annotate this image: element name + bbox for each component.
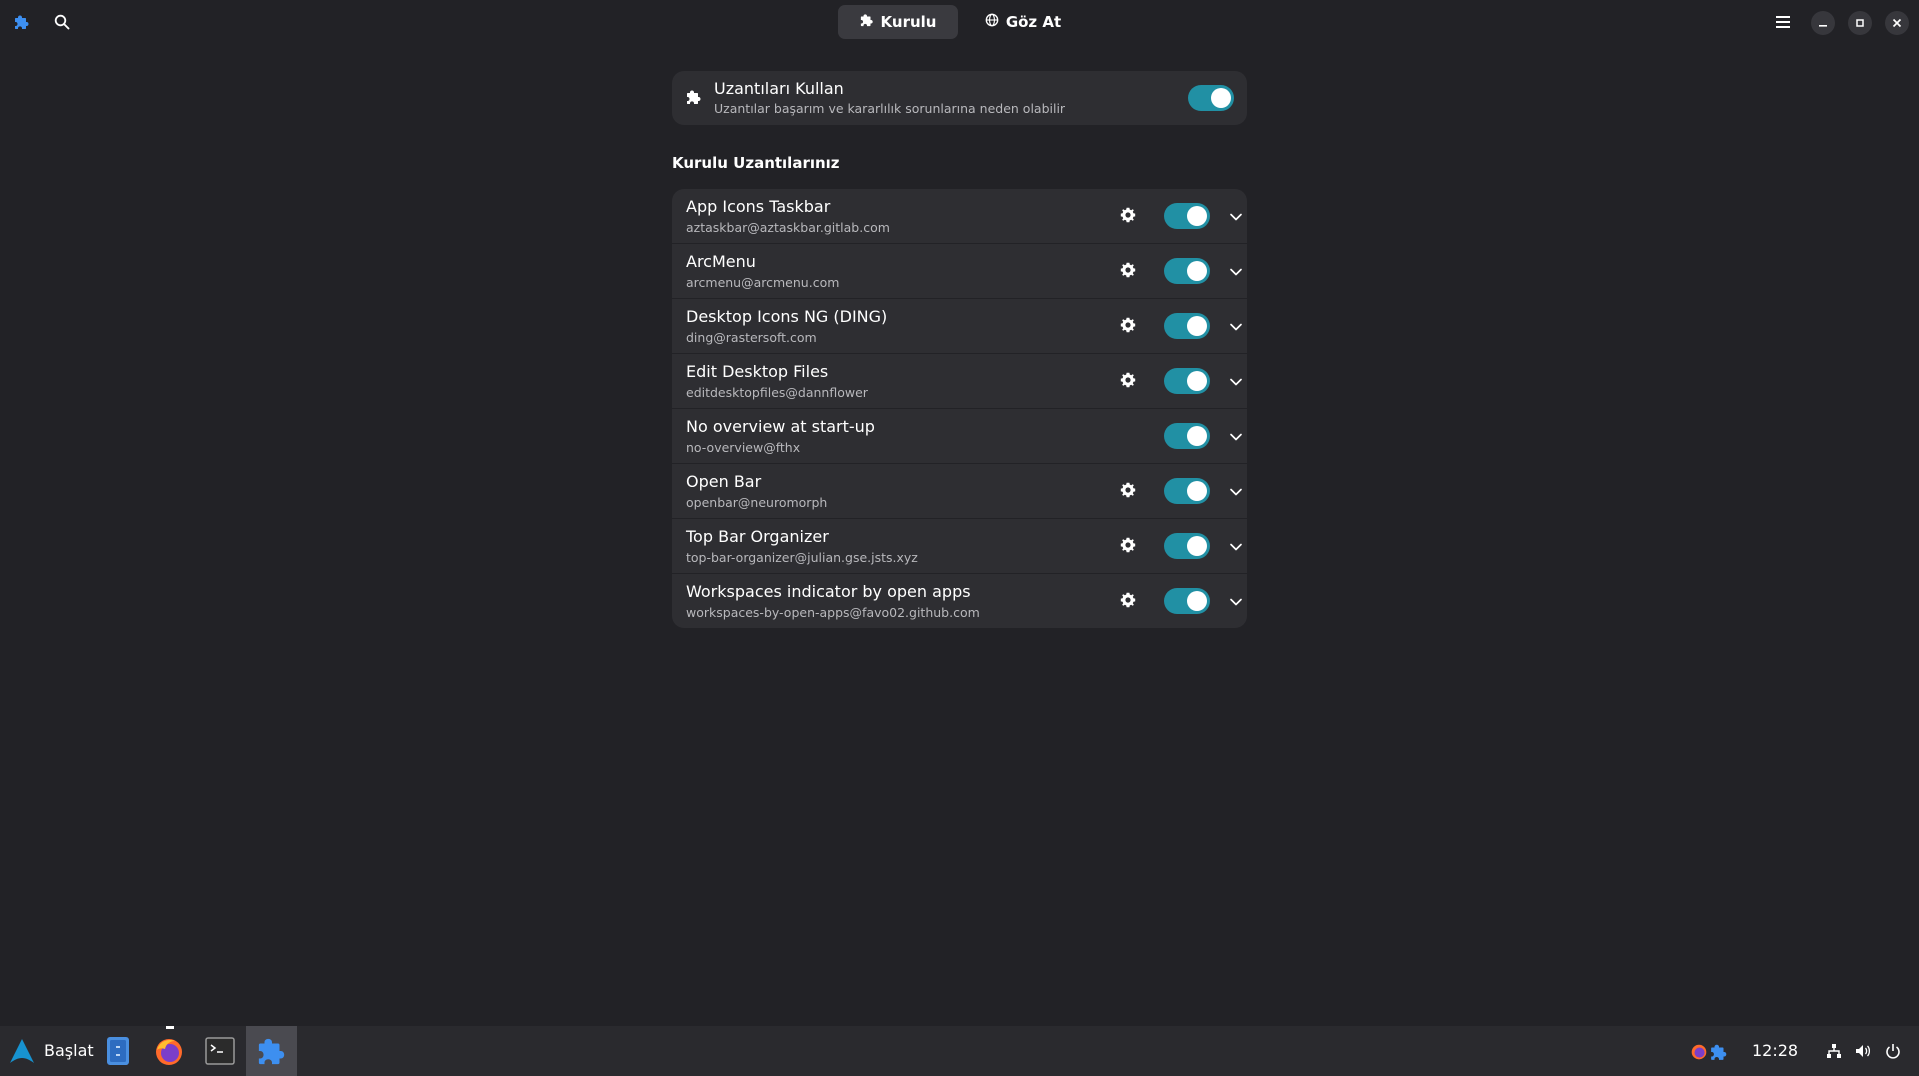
extensions-tray-icon[interactable] <box>1709 1042 1729 1062</box>
taskbar: Başlat 12:28 <box>0 1026 1919 1076</box>
extension-uuid: no-overview@fthx <box>686 440 801 455</box>
use-extensions-row: Uzantıları Kullan Uzantılar başarım ve k… <box>672 71 1247 125</box>
extensions-app-taskbar-button[interactable] <box>246 1026 297 1076</box>
view-switcher: Kurulu Göz At <box>838 5 1086 39</box>
use-extensions-switch[interactable] <box>1188 85 1234 111</box>
extension-name: No overview at start-up <box>686 417 875 436</box>
chevron-down-icon[interactable] <box>1229 484 1243 498</box>
extension-enable-switch[interactable] <box>1164 313 1210 339</box>
file-manager-icon[interactable] <box>106 1036 130 1066</box>
extension-row: Top Bar Organizer top-bar-organizer@julia… <box>672 519 1247 574</box>
use-extensions-subtitle: Uzantılar başarım ve kararlılık sorunlar… <box>714 101 1066 116</box>
extension-uuid: editdesktopfiles@dannflower <box>686 385 868 400</box>
puzzle-app-icon <box>11 11 33 33</box>
arch-logo-icon[interactable] <box>8 1037 36 1065</box>
clock[interactable]: 12:28 <box>1752 1041 1798 1060</box>
settings-gear-icon[interactable] <box>1120 482 1138 500</box>
minimize-button[interactable] <box>1811 11 1835 35</box>
extension-enable-switch[interactable] <box>1164 258 1210 284</box>
extension-row: App Icons Taskbar aztaskbar@aztaskbar.git… <box>672 189 1247 244</box>
firefox-icon[interactable] <box>152 1035 186 1069</box>
minimize-icon <box>1819 25 1827 27</box>
extension-uuid: aztaskbar@aztaskbar.gitlab.com <box>686 220 890 235</box>
hamburger-menu-icon <box>1776 16 1790 28</box>
extension-row: Workspaces indicator by open apps workspa… <box>672 574 1247 628</box>
extension-name: Top Bar Organizer <box>686 527 829 546</box>
start-button-label[interactable]: Başlat <box>44 1041 94 1060</box>
maximize-button[interactable] <box>1848 11 1872 35</box>
chevron-down-icon[interactable] <box>1229 374 1243 388</box>
tab-installed-label: Kurulu <box>880 13 937 31</box>
extension-uuid: top-bar-organizer@julian.gse.jsts.xyz <box>686 550 918 565</box>
tab-browse-label: Göz At <box>1005 13 1062 31</box>
extension-enable-switch[interactable] <box>1164 203 1210 229</box>
extension-enable-switch[interactable] <box>1164 588 1210 614</box>
extension-name: ArcMenu <box>686 252 756 271</box>
tab-browse[interactable]: Göz At <box>960 5 1086 39</box>
settings-gear-icon[interactable] <box>1120 262 1138 280</box>
extension-enable-switch[interactable] <box>1164 478 1210 504</box>
firefox-tray-icon[interactable] <box>1689 1042 1709 1062</box>
settings-gear-icon[interactable] <box>1120 317 1138 335</box>
extension-row: Desktop Icons NG (DING) ding@rastersoft.c… <box>672 299 1247 354</box>
use-extensions-title: Uzantıları Kullan <box>714 79 844 98</box>
globe-icon <box>985 13 999 31</box>
chevron-down-icon[interactable] <box>1229 539 1243 553</box>
extension-row: ArcMenu arcmenu@arcmenu.com <box>672 244 1247 299</box>
section-title: Kurulu Uzantılarınız <box>672 154 840 172</box>
network-icon[interactable] <box>1825 1042 1843 1060</box>
chevron-down-icon[interactable] <box>1229 209 1243 223</box>
extension-enable-switch[interactable] <box>1164 423 1210 449</box>
main-menu-button[interactable] <box>1772 11 1794 33</box>
extension-name: App Icons Taskbar <box>686 197 831 216</box>
puzzle-icon <box>860 13 874 31</box>
extension-uuid: ding@rastersoft.com <box>686 330 817 345</box>
settings-gear-icon[interactable] <box>1120 537 1138 555</box>
chevron-down-icon[interactable] <box>1229 319 1243 333</box>
extension-name: Open Bar <box>686 472 762 491</box>
running-indicator <box>166 1026 174 1029</box>
extension-name: Workspaces indicator by open apps <box>686 582 971 601</box>
extension-row: Open Bar openbar@neuromorph <box>672 464 1247 519</box>
power-icon[interactable] <box>1884 1042 1902 1060</box>
header-bar: Kurulu Göz At <box>0 0 1919 44</box>
close-button[interactable] <box>1885 11 1909 35</box>
extension-uuid: workspaces-by-open-apps@favo02.github.co… <box>686 605 980 620</box>
maximize-icon <box>1856 19 1864 27</box>
settings-gear-icon[interactable] <box>1120 592 1138 610</box>
close-icon <box>1892 18 1902 28</box>
extension-uuid: openbar@neuromorph <box>686 495 828 510</box>
search-icon[interactable] <box>51 11 73 33</box>
extension-name: Edit Desktop Files <box>686 362 829 381</box>
extension-row: No overview at start-up no-overview@fthx <box>672 409 1247 464</box>
extension-name: Desktop Icons NG (DING) <box>686 307 888 326</box>
chevron-down-icon[interactable] <box>1229 429 1243 443</box>
volume-icon[interactable] <box>1854 1042 1872 1060</box>
extension-uuid: arcmenu@arcmenu.com <box>686 275 840 290</box>
puzzle-icon <box>258 1038 284 1065</box>
extension-enable-switch[interactable] <box>1164 368 1210 394</box>
terminal-icon[interactable] <box>205 1037 235 1065</box>
settings-gear-icon[interactable] <box>1120 207 1138 225</box>
extension-row: Edit Desktop Files editdesktopfiles@dannf… <box>672 354 1247 409</box>
puzzle-icon <box>686 89 702 109</box>
extensions-list: App Icons Taskbar aztaskbar@aztaskbar.git… <box>672 189 1247 628</box>
settings-gear-icon[interactable] <box>1120 372 1138 390</box>
chevron-down-icon[interactable] <box>1229 264 1243 278</box>
tab-installed[interactable]: Kurulu <box>838 5 958 39</box>
chevron-down-icon[interactable] <box>1229 594 1243 608</box>
extension-enable-switch[interactable] <box>1164 533 1210 559</box>
